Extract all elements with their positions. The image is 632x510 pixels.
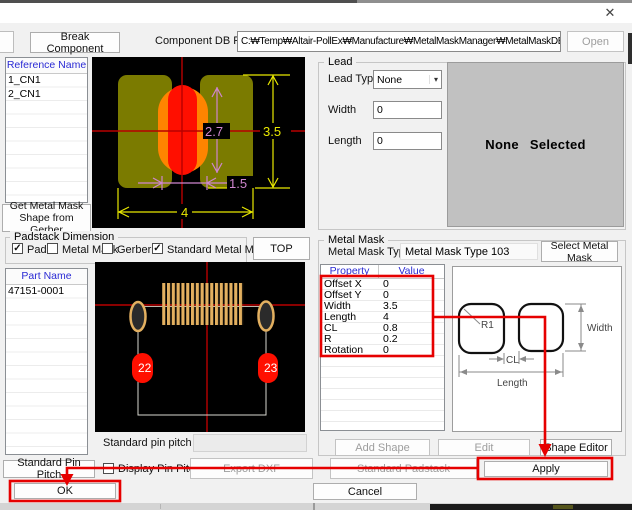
lead-width-value: 0 [377, 104, 383, 116]
pin-pitch-info-field[interactable] [193, 434, 307, 452]
cl-label: CL [506, 355, 519, 366]
standard-pin-pitch-button[interactable]: Standard Pin Pitch [3, 460, 95, 478]
background-window-divider [313, 503, 315, 510]
metal-mask-manager-dialog: ✕ Break Component Component DB File C:₩T… [0, 0, 632, 510]
mask-shape-preview: R1 Width CL [452, 266, 622, 432]
edit-button[interactable]: Edit [438, 439, 530, 456]
titlebar [0, 3, 632, 23]
lead-group-title: Lead [324, 56, 356, 68]
get-metal-mask-shape-button[interactable]: Get Metal Mask Shape from Gerber [2, 204, 91, 232]
property-table: Property Value Offset X 0 Offset Y 0 Wid… [320, 264, 445, 431]
reference-list-header[interactable]: Reference Name [6, 58, 87, 74]
width-label: Width [587, 323, 613, 334]
dim-1-5-label: 1.5 [229, 176, 247, 191]
length-label: Length [497, 378, 528, 389]
dim-4-label: 4 [181, 205, 188, 220]
metal-mask-type-value: Metal Mask Type 103 [405, 246, 509, 258]
left-oval-pad [131, 302, 146, 331]
open-button[interactable]: Open [567, 31, 624, 52]
length-arrow-left [460, 369, 467, 375]
reference-list-body: 1_CN1 2_CN1 [6, 74, 87, 202]
select-metal-mask-button[interactable]: Select Metal Mask [541, 241, 618, 262]
value-column-header[interactable]: Value [379, 265, 444, 278]
lead-type-label: Lead Type [328, 73, 379, 85]
shape-editor-button[interactable]: Shape Editor [540, 439, 612, 456]
chevron-down-icon[interactable]: ▾ [429, 75, 438, 84]
property-value: 0 [378, 345, 389, 356]
metal-mask-type-value-field: Metal Mask Type 103 [400, 243, 538, 260]
padstack-group-title: Padstack Dimension [10, 231, 118, 243]
list-item[interactable]: 47151-0001 [6, 285, 87, 299]
pin-23-label: 23 [264, 361, 278, 375]
ok-button[interactable]: OK [14, 483, 116, 499]
width-arrow-down [578, 343, 584, 350]
property-name: Rotation [321, 345, 378, 356]
background-window-olive [553, 505, 573, 509]
cl-arrow-left [519, 356, 526, 362]
left-edge-button-fragment [0, 31, 14, 53]
component-pin-canvas[interactable]: 22 23 [95, 262, 305, 432]
cancel-button[interactable]: Cancel [313, 483, 417, 500]
top-view-button[interactable]: TOP [253, 237, 310, 260]
lead-type-select[interactable]: None ▾ [373, 70, 442, 89]
display-pin-pitch-checkbox[interactable] [103, 463, 114, 474]
pad-shape-canvas[interactable]: 3.5 2.7 1.5 4 [92, 57, 305, 228]
gerber-checkbox[interactable] [102, 243, 113, 254]
part-list-header[interactable]: Part Name [6, 269, 87, 285]
gerber-checkbox-label: Gerber [117, 244, 151, 256]
table-row[interactable]: Rotation 0 [321, 345, 444, 356]
db-file-path-text: C:₩Temp₩Altair-PollEx₩Manufacture₩MetalM… [241, 36, 561, 47]
dim-2-7-label: 2.7 [205, 124, 223, 139]
length-arrow-right [555, 369, 562, 375]
standard-metal-mask-checkbox[interactable]: ✓ [152, 243, 163, 254]
connector-pins [162, 283, 244, 325]
list-item[interactable]: 1_CN1 [6, 74, 87, 88]
break-component-button[interactable]: Break Component [30, 32, 120, 53]
lead-preview-text: None Selected [485, 137, 585, 152]
metal-mask-checkbox[interactable] [47, 243, 58, 254]
background-window-artifact [628, 33, 632, 64]
db-file-path-input[interactable]: C:₩Temp₩Altair-PollEx₩Manufacture₩MetalM… [237, 31, 561, 52]
r1-label: R1 [481, 320, 494, 331]
lead-width-label: Width [328, 104, 356, 116]
apply-button[interactable]: Apply [484, 461, 608, 477]
background-window-divider [160, 504, 161, 509]
background-window-dark [430, 504, 632, 510]
property-table-body: Offset X 0 Offset Y 0 Width 3.5 Length 4… [321, 279, 444, 430]
lead-length-label: Length [328, 135, 362, 147]
cl-arrow-right [497, 356, 504, 362]
part-name-list: Part Name 47151-0001 [5, 268, 88, 455]
part-list-body: 47151-0001 [6, 285, 87, 454]
lead-length-input[interactable]: 0 [373, 132, 442, 150]
pin-22-label: 22 [138, 361, 152, 375]
standard-padstack-button[interactable]: Standard Padstack [330, 458, 477, 479]
metal-mask-type-label: Metal Mask Type [328, 246, 411, 258]
lead-preview-panel: None Selected [447, 62, 624, 227]
add-shape-button[interactable]: Add Shape [335, 439, 430, 456]
pad-checkbox[interactable]: ✓ [12, 243, 23, 254]
display-pin-pitch-label: Display Pin Pitch [118, 463, 201, 475]
lead-length-value: 0 [377, 135, 383, 147]
reference-name-list: Reference Name 1_CN1 2_CN1 [5, 57, 88, 203]
lead-type-value: None [377, 74, 402, 86]
mask-right-square [519, 304, 563, 351]
property-column-header[interactable]: Property [321, 265, 379, 278]
list-item[interactable]: 2_CN1 [6, 88, 87, 102]
right-oval-pad [259, 302, 274, 331]
close-icon[interactable]: ✕ [598, 4, 622, 21]
lead-width-input[interactable]: 0 [373, 101, 442, 119]
dim-3-5-label: 3.5 [263, 124, 281, 139]
export-dxf-button[interactable]: Export DXF [190, 458, 313, 479]
metal-mask-group-title: Metal Mask [324, 234, 388, 246]
mask-shape-drawing: R1 Width CL [453, 267, 621, 431]
pad-checkbox-label: Pad [27, 244, 47, 256]
width-arrow-up [578, 305, 584, 312]
